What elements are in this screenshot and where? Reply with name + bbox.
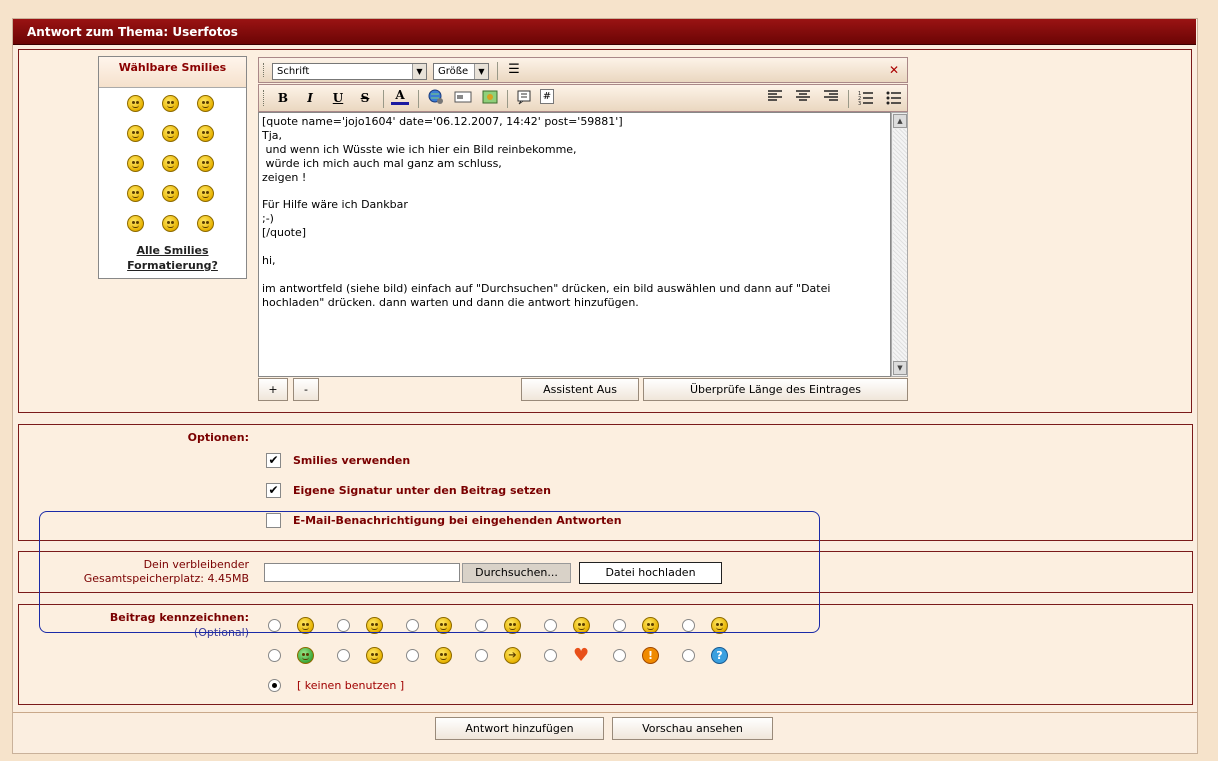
enlarge-textarea-button[interactable]: + — [258, 378, 288, 401]
smiley-icon[interactable] — [127, 125, 144, 142]
smiley-icon[interactable] — [127, 155, 144, 172]
smiley-icon[interactable] — [162, 95, 179, 112]
font-color-button[interactable]: A — [391, 88, 409, 105]
question-icon: ? — [711, 647, 728, 664]
assistant-toggle-button[interactable]: Assistent Aus — [521, 378, 639, 401]
insert-email-icon[interactable] — [454, 89, 472, 107]
size-select[interactable]: Größe ▼ — [433, 63, 489, 80]
chevron-down-icon: ▼ — [474, 64, 488, 79]
preview-button[interactable]: Vorschau ansehen — [612, 717, 773, 740]
insert-code-icon[interactable]: # — [540, 89, 554, 104]
smiley-icon[interactable] — [162, 155, 179, 172]
editor-top-toolbar: Schrift ▼ Größe ▼ ☰ ✕ — [258, 57, 908, 83]
use-smilies-label: Smilies verwenden — [293, 454, 411, 467]
form-title: Antwort zum Thema: Userfotos — [13, 19, 1196, 45]
smiley-icon[interactable] — [127, 95, 144, 112]
no-icon-radio[interactable] — [268, 679, 281, 692]
all-smilies-link[interactable]: Alle Smilies — [98, 243, 247, 258]
underline-button[interactable]: U — [329, 89, 347, 107]
smiley-icon[interactable] — [162, 215, 179, 232]
divider — [13, 712, 1197, 713]
smilies-links: Alle Smilies Formatierung? — [98, 243, 247, 273]
smiley-icon[interactable] — [162, 125, 179, 142]
arrow-icon: ➔ — [504, 647, 521, 664]
post-icon-radio[interactable] — [544, 649, 557, 662]
unordered-list-icon[interactable] — [885, 89, 903, 107]
editor-format-toolbar: B I U S A # 123 — [258, 84, 908, 112]
italic-button[interactable]: I — [301, 89, 319, 107]
smilies-grid — [98, 88, 247, 238]
smiley-icon[interactable] — [197, 125, 214, 142]
exclamation-icon: ! — [642, 647, 659, 664]
smiley-icon[interactable] — [197, 155, 214, 172]
post-icon-radio[interactable] — [682, 649, 695, 662]
alien-icon — [297, 647, 314, 664]
glasses-icon — [435, 647, 452, 664]
smiley-icon[interactable] — [162, 185, 179, 202]
size-select-value: Größe — [438, 66, 469, 77]
bold-button[interactable]: B — [274, 89, 292, 107]
insert-quote-icon[interactable] — [515, 89, 533, 107]
insert-image-icon[interactable] — [481, 89, 499, 107]
font-select-value: Schrift — [277, 66, 310, 77]
post-icon-radio[interactable] — [613, 649, 626, 662]
insert-link-icon[interactable] — [427, 89, 445, 107]
use-smilies-checkbox[interactable]: ✔ — [266, 453, 281, 468]
formatting-help-link[interactable]: Formatierung? — [98, 258, 247, 273]
align-right-icon[interactable] — [822, 89, 840, 107]
shrink-textarea-button[interactable]: - — [293, 378, 319, 401]
smilies-header: Wählbare Smilies — [99, 57, 246, 88]
font-select[interactable]: Schrift ▼ — [272, 63, 427, 80]
svg-text:3: 3 — [858, 101, 861, 105]
strikethrough-button[interactable]: S — [356, 89, 374, 107]
chevron-down-icon: ▼ — [412, 64, 426, 79]
post-textarea[interactable]: [quote name='jojo1604' date='06.12.2007,… — [258, 112, 891, 377]
signature-checkbox[interactable]: ✔ — [266, 483, 281, 498]
add-reply-button[interactable]: Antwort hinzufügen — [435, 717, 604, 740]
highlight-outline — [39, 511, 820, 633]
no-icon-label: [ keinen benutzen ] — [297, 679, 405, 692]
align-left-icon[interactable] — [766, 89, 784, 107]
smiley-icon[interactable] — [127, 215, 144, 232]
post-icon-radio[interactable] — [337, 649, 350, 662]
smiley-icon[interactable] — [127, 185, 144, 202]
smiley-icon[interactable] — [197, 185, 214, 202]
ordered-list-icon[interactable]: 123 — [857, 89, 875, 107]
scroll-track[interactable] — [893, 129, 907, 361]
toolbar-grip — [263, 90, 265, 106]
neutral-icon — [366, 647, 383, 664]
signature-label: Eigene Signatur unter den Beitrag setzen — [293, 484, 551, 497]
close-editor-icon[interactable]: ✕ — [885, 61, 903, 79]
align-center-icon[interactable] — [794, 89, 812, 107]
textarea-scrollbar[interactable]: ▲ ▼ — [891, 112, 908, 377]
scroll-down-icon[interactable]: ▼ — [893, 361, 907, 375]
smiley-icon[interactable] — [197, 215, 214, 232]
post-icon-radio[interactable] — [268, 649, 281, 662]
smiley-icon[interactable] — [197, 95, 214, 112]
options-label: Optionen: — [187, 431, 249, 444]
post-icon-radio[interactable] — [475, 649, 488, 662]
outdent-icon[interactable]: ☰ — [505, 61, 523, 79]
heart-icon: ♥ — [573, 645, 590, 666]
check-length-button[interactable]: Überprüfe Länge des Eintrages — [643, 378, 908, 401]
post-icon-radio[interactable] — [406, 649, 419, 662]
scroll-up-icon[interactable]: ▲ — [893, 114, 907, 128]
toolbar-grip — [263, 63, 265, 77]
